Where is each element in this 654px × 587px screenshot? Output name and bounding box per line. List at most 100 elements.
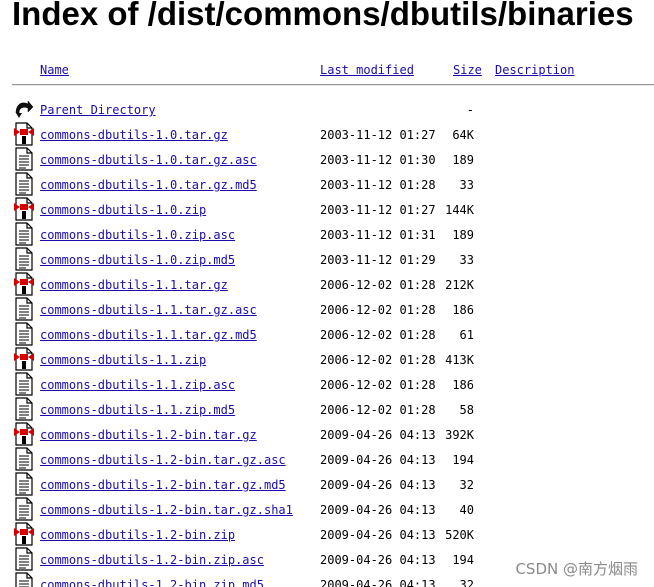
file-row: commons-dbutils-1.0.tar.gz 2003-11-12 01:… <box>0 122 654 152</box>
file-size: 186 <box>452 303 474 317</box>
file-last-modified: 2003-11-12 01:27 <box>320 128 436 142</box>
file-link[interactable]: commons-dbutils-1.2-bin.tar.gz <box>40 427 257 443</box>
archive-icon[interactable] <box>13 422 35 446</box>
archive-icon[interactable] <box>13 122 35 146</box>
text-file-icon[interactable] <box>13 147 35 171</box>
text-file-icon[interactable] <box>13 547 35 571</box>
file-row: commons-dbutils-1.1.zip.md5 2006-12-02 01… <box>0 397 654 427</box>
sort-by-description-link[interactable]: Description <box>495 62 574 78</box>
file-row: commons-dbutils-1.1.zip 2006-12-02 01:28 4… <box>0 347 654 377</box>
file-link[interactable]: commons-dbutils-1.1.tar.gz <box>40 277 228 293</box>
file-row: commons-dbutils-1.2-bin.tar.gz.md5 2009-0… <box>0 472 654 502</box>
file-last-modified: 2006-12-02 01:28 <box>320 378 436 392</box>
file-link[interactable]: commons-dbutils-1.0.tar.gz.asc <box>40 152 257 168</box>
file-row: commons-dbutils-1.2-bin.zip 2009-04-26 04… <box>0 522 654 552</box>
file-link[interactable]: commons-dbutils-1.0.zip <box>40 202 206 218</box>
file-size: 520K <box>445 528 474 542</box>
file-last-modified: 2003-11-12 01:30 <box>320 153 436 167</box>
text-file-icon[interactable] <box>13 222 35 246</box>
text-file-icon[interactable] <box>13 472 35 496</box>
back-arrow-icon[interactable] <box>13 97 35 121</box>
file-link[interactable]: commons-dbutils-1.2-bin.tar.gz.md5 <box>40 477 286 493</box>
text-file-icon[interactable] <box>13 397 35 421</box>
file-size: 189 <box>452 228 474 242</box>
file-link[interactable]: commons-dbutils-1.1.tar.gz.md5 <box>40 327 257 343</box>
header-divider <box>12 84 654 86</box>
file-size: 194 <box>452 453 474 467</box>
file-last-modified: 2009-04-26 04:13 <box>320 528 436 542</box>
file-row: commons-dbutils-1.2-bin.tar.gz.sha1 2009-… <box>0 497 654 527</box>
file-last-modified: 2003-11-12 01:27 <box>320 203 436 217</box>
file-link[interactable]: commons-dbutils-1.1.zip <box>40 352 206 368</box>
file-link[interactable]: commons-dbutils-1.1.zip.asc <box>40 377 235 393</box>
file-last-modified: 2006-12-02 01:28 <box>320 303 436 317</box>
file-link[interactable]: commons-dbutils-1.2-bin.zip <box>40 527 235 543</box>
text-file-icon[interactable] <box>13 372 35 396</box>
file-last-modified: 2006-12-02 01:28 <box>320 353 436 367</box>
file-size: 58 <box>459 403 474 417</box>
parent-directory-size: - <box>466 103 474 117</box>
archive-icon[interactable] <box>13 272 35 296</box>
file-size: 413K <box>445 353 474 367</box>
file-row: commons-dbutils-1.0.zip.asc 2003-11-12 01… <box>0 222 654 252</box>
file-last-modified: 2009-04-26 04:13 <box>320 503 436 517</box>
file-row: commons-dbutils-1.0.tar.gz.md5 2003-11-12… <box>0 172 654 202</box>
file-link[interactable]: commons-dbutils-1.2-bin.zip.asc <box>40 552 264 568</box>
file-size: 194 <box>452 553 474 567</box>
file-last-modified: 2003-11-12 01:31 <box>320 228 436 242</box>
file-size: 392K <box>445 428 474 442</box>
file-size: 186 <box>452 378 474 392</box>
text-file-icon[interactable] <box>13 572 35 587</box>
file-row: commons-dbutils-1.2-bin.tar.gz 2009-04-26… <box>0 422 654 452</box>
csdn-watermark: CSDN @南方烟雨 <box>515 560 638 578</box>
archive-icon[interactable] <box>13 347 35 371</box>
file-link[interactable]: commons-dbutils-1.2-bin.tar.gz.sha1 <box>40 502 293 518</box>
sort-by-size-link[interactable]: Size <box>453 62 482 78</box>
file-size: 189 <box>452 153 474 167</box>
file-link[interactable]: commons-dbutils-1.2-bin.tar.gz.asc <box>40 452 286 468</box>
sort-by-name-link[interactable]: Name <box>40 62 69 78</box>
file-link[interactable]: commons-dbutils-1.2-bin.zip.md5 <box>40 577 264 587</box>
file-row: commons-dbutils-1.1.tar.gz.md5 2006-12-02… <box>0 322 654 352</box>
file-link[interactable]: commons-dbutils-1.0.tar.gz <box>40 127 228 143</box>
file-size: 33 <box>459 253 474 267</box>
archive-icon[interactable] <box>13 522 35 546</box>
file-row: commons-dbutils-1.2-bin.tar.gz.asc 2009-0… <box>0 447 654 477</box>
file-last-modified: 2003-11-12 01:28 <box>320 178 436 192</box>
file-size: 144K <box>445 203 474 217</box>
file-link[interactable]: commons-dbutils-1.1.zip.md5 <box>40 402 235 418</box>
text-file-icon[interactable] <box>13 172 35 196</box>
file-size: 32 <box>459 578 474 587</box>
file-last-modified: 2009-04-26 04:13 <box>320 478 436 492</box>
file-size: 61 <box>459 328 474 342</box>
file-row: commons-dbutils-1.0.zip 2003-11-12 01:27 1… <box>0 197 654 227</box>
file-row: commons-dbutils-1.0.tar.gz.asc 2003-11-12… <box>0 147 654 177</box>
file-link[interactable]: commons-dbutils-1.0.zip.asc <box>40 227 235 243</box>
file-link[interactable]: commons-dbutils-1.0.zip.md5 <box>40 252 235 268</box>
file-size: 32 <box>459 478 474 492</box>
text-file-icon[interactable] <box>13 247 35 271</box>
file-last-modified: 2009-04-26 04:13 <box>320 553 436 567</box>
sort-by-last-modified-link[interactable]: Last modified <box>320 62 414 78</box>
text-file-icon[interactable] <box>13 497 35 521</box>
file-last-modified: 2009-04-26 04:13 <box>320 453 436 467</box>
file-link[interactable]: commons-dbutils-1.0.tar.gz.md5 <box>40 177 257 193</box>
file-link[interactable]: commons-dbutils-1.1.tar.gz.asc <box>40 302 257 318</box>
text-file-icon[interactable] <box>13 447 35 471</box>
file-size: 212K <box>445 278 474 292</box>
parent-directory-row: Parent Directory - <box>0 100 654 127</box>
file-size: 64K <box>452 128 474 142</box>
file-row: commons-dbutils-1.1.zip.asc 2006-12-02 01… <box>0 372 654 402</box>
file-row: commons-dbutils-1.0.zip.md5 2003-11-12 01… <box>0 247 654 277</box>
archive-icon[interactable] <box>13 197 35 221</box>
file-row: commons-dbutils-1.1.tar.gz.asc 2006-12-02… <box>0 297 654 327</box>
file-last-modified: 2009-04-26 04:13 <box>320 428 436 442</box>
parent-directory-link[interactable]: Parent Directory <box>40 102 156 118</box>
file-last-modified: 2006-12-02 01:28 <box>320 328 436 342</box>
file-last-modified: 2006-12-02 01:28 <box>320 278 436 292</box>
text-file-icon[interactable] <box>13 322 35 346</box>
file-row: commons-dbutils-1.1.tar.gz 2006-12-02 01:… <box>0 272 654 302</box>
file-size: 33 <box>459 178 474 192</box>
text-file-icon[interactable] <box>13 297 35 321</box>
file-last-modified: 2009-04-26 04:13 <box>320 578 436 587</box>
